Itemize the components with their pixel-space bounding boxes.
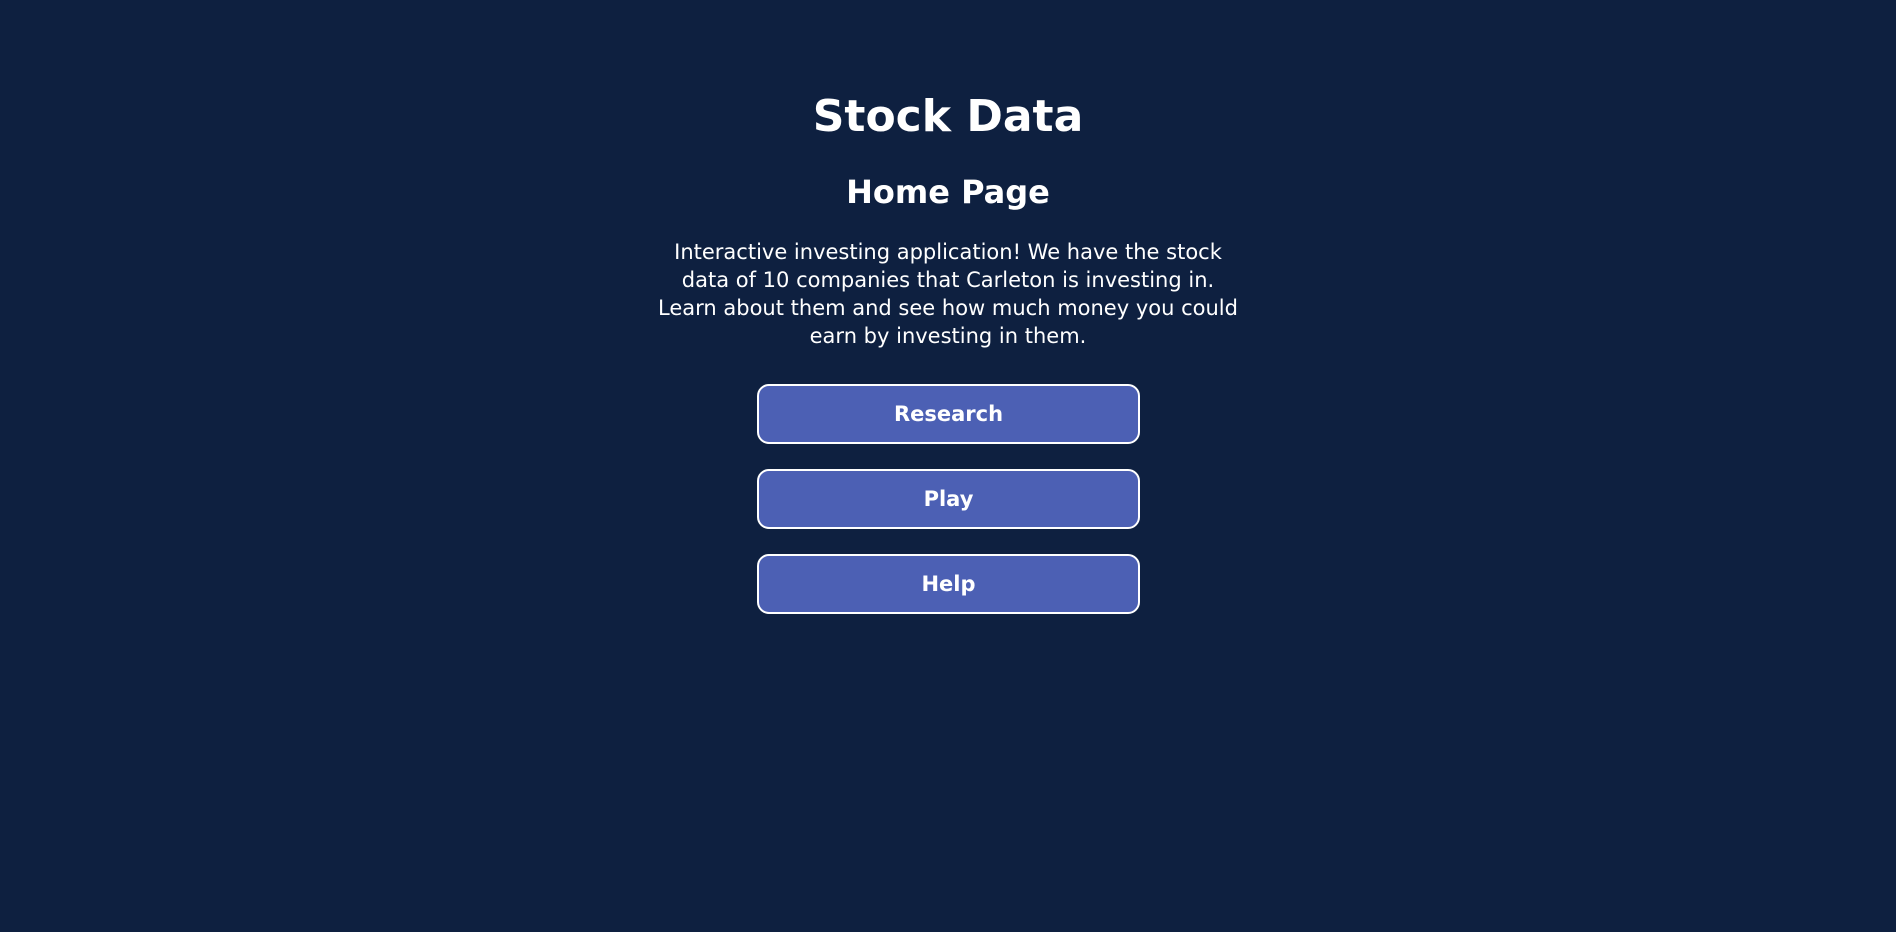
page-title: Stock Data xyxy=(812,91,1084,142)
research-button[interactable]: Research xyxy=(757,384,1140,444)
nav-button-group: Research Play Help xyxy=(757,384,1140,639)
home-page: Stock Data Home Page Interactive investi… xyxy=(0,0,1896,932)
intro-text: Interactive investing application! We ha… xyxy=(658,240,1238,348)
help-button[interactable]: Help xyxy=(757,554,1140,614)
play-button[interactable]: Play xyxy=(757,469,1140,529)
page-subtitle: Home Page xyxy=(846,173,1050,211)
main-content: Stock Data xyxy=(0,0,1896,143)
